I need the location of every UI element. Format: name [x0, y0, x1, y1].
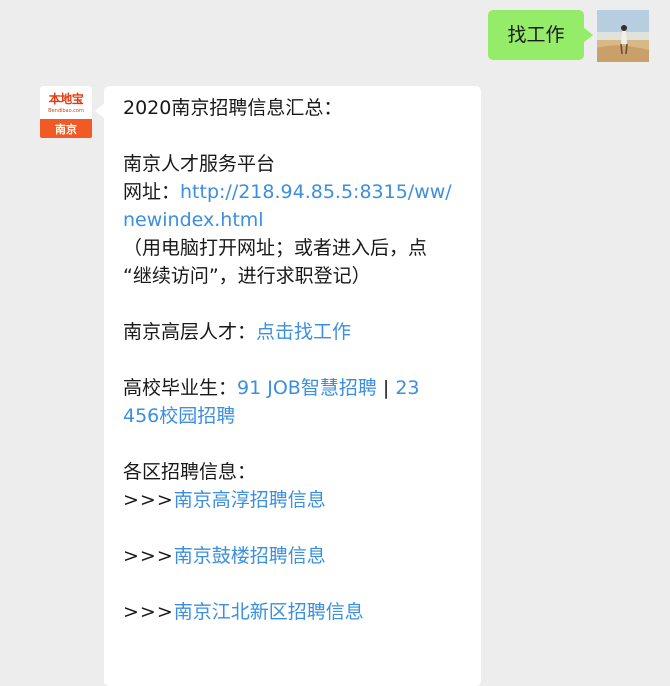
note-line-2: “继续访问”，进行求职登记）	[123, 265, 371, 287]
graduates-link-23456-continued[interactable]: 456校园招聘	[123, 402, 467, 430]
url-line: 网址：http://218.94.85.5:8315/ww/	[123, 178, 467, 206]
outgoing-message-text: 找工作	[507, 24, 565, 46]
high-talent-line: 南京高层人才：点击找工作	[123, 318, 467, 346]
graduates-label: 高校毕业生：	[123, 377, 238, 399]
district-link-gulou[interactable]: 南京鼓楼招聘信息	[174, 545, 326, 567]
district-item: >>>南京江北新区招聘信息	[123, 598, 467, 626]
district-item: >>>南京高淳招聘信息	[123, 486, 467, 514]
district-label: 各区招聘信息：	[123, 461, 257, 483]
graduates-link-23456[interactable]: 23	[395, 377, 419, 399]
high-talent-label: 南京高层人才：	[123, 321, 257, 343]
brand-logo-text: 本地宝	[48, 92, 84, 106]
brand-city-text: 南京	[55, 123, 77, 136]
url-label: 网址：	[123, 181, 181, 203]
district-link-gaochun[interactable]: 南京高淳招聘信息	[174, 489, 326, 511]
graduates-line: 高校毕业生：91 JOB智慧招聘 | 23	[123, 374, 467, 402]
user-avatar-image	[597, 10, 649, 62]
arrows-prefix: >>>	[123, 489, 174, 511]
platform-url-link-continued[interactable]: newindex.html	[123, 206, 467, 234]
platform-name: 南京人才服务平台	[123, 153, 276, 175]
brand-url-text: Bendibao.com	[48, 108, 84, 114]
incoming-message-bubble: 2020南京招聘信息汇总： 南京人才服务平台 网址：http://218.94.…	[95, 86, 481, 686]
district-link-jiangbei[interactable]: 南京江北新区招聘信息	[174, 601, 364, 623]
platform-url-link[interactable]: http://218.94.85.5:8315/ww/	[180, 181, 452, 203]
graduates-link-91job[interactable]: 91 JOB智慧招聘	[237, 377, 377, 399]
district-item: >>>南京鼓楼招聘信息	[123, 542, 467, 570]
note-line-1: （用电脑打开网址；或者进入后，点	[123, 237, 428, 259]
user-avatar[interactable]	[597, 10, 649, 62]
high-talent-link[interactable]: 点击找工作	[256, 321, 351, 343]
separator: |	[376, 377, 396, 399]
arrows-prefix: >>>	[123, 601, 174, 623]
message-title: 2020南京招聘信息汇总：	[123, 97, 343, 119]
outgoing-message-bubble[interactable]: 找工作	[488, 10, 593, 60]
brand-avatar[interactable]: 本地宝 Bendibao.com 南京	[40, 86, 92, 138]
arrows-prefix: >>>	[123, 545, 174, 567]
